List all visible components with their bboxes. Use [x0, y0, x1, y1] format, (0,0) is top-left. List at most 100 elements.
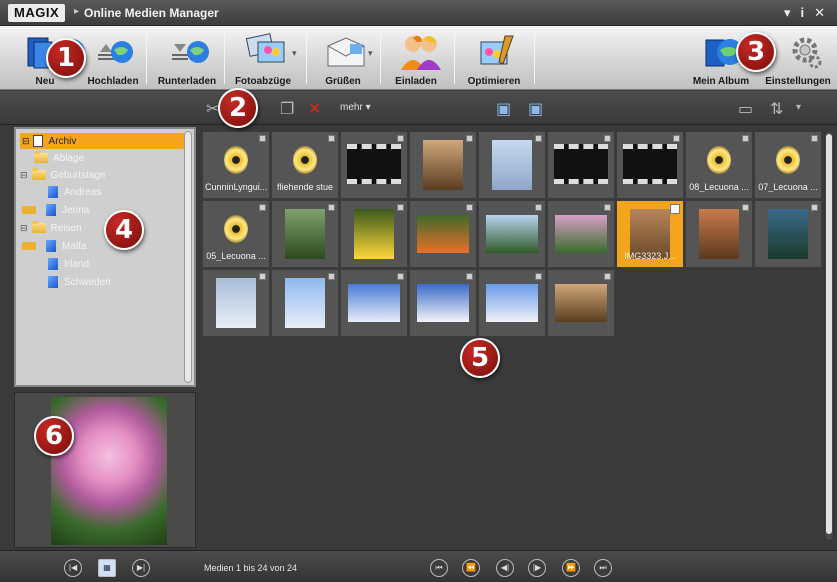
- tree-item-schweden[interactable]: Schweden: [48, 274, 111, 290]
- download-button[interactable]: Runterladen: [154, 26, 220, 90]
- photo-prints-label: Fotoabzüge: [234, 76, 292, 87]
- title-bar: MAGIX ▸ Online Medien Manager ▾ i ✕: [0, 0, 837, 26]
- media-item[interactable]: [271, 200, 339, 268]
- delete-icon[interactable]: ✕: [308, 99, 321, 119]
- media-item[interactable]: [409, 269, 477, 337]
- photo-prints-button[interactable]: Fotoabzüge: [228, 26, 298, 90]
- select-checkbox[interactable]: [742, 204, 749, 211]
- next-page-icon[interactable]: |▶: [528, 559, 546, 577]
- greet-dropdown-icon[interactable]: ▾: [368, 48, 373, 59]
- info-icon[interactable]: i: [800, 5, 804, 21]
- last-page-icon[interactable]: ⏭: [594, 559, 612, 577]
- media-item[interactable]: [202, 269, 270, 337]
- panel-next-icon[interactable]: ▶|: [132, 559, 150, 577]
- media-item[interactable]: [547, 131, 615, 199]
- photo-thumbnail: [486, 278, 538, 322]
- media-item[interactable]: [478, 269, 546, 337]
- tree-item-andreas[interactable]: Andreas: [48, 184, 101, 200]
- document-icon: [32, 135, 43, 147]
- media-item[interactable]: [478, 131, 546, 199]
- sort-icon[interactable]: ⇅: [770, 99, 783, 119]
- fast-forward-icon[interactable]: ⏩: [562, 559, 580, 577]
- select-checkbox[interactable]: [811, 204, 818, 211]
- select-checkbox[interactable]: [259, 273, 266, 280]
- folder-icon: [34, 151, 48, 163]
- media-item[interactable]: fliehende stue: [271, 131, 339, 199]
- invite-button[interactable]: Einladen: [386, 26, 446, 90]
- copy-icon[interactable]: ❐: [280, 99, 294, 119]
- media-caption: fliehende stue: [276, 182, 334, 192]
- title-separator-icon: ▸: [74, 6, 80, 17]
- select-checkbox[interactable]: [466, 135, 473, 142]
- select-checkbox[interactable]: [397, 204, 404, 211]
- upload-button[interactable]: Hochladen: [84, 26, 142, 90]
- grid-scrollbar[interactable]: [824, 131, 834, 541]
- select-checkbox[interactable]: [328, 135, 335, 142]
- select-checkbox[interactable]: [397, 135, 404, 142]
- select-checkbox[interactable]: [328, 273, 335, 280]
- media-item[interactable]: 07_Lecuona ...: [754, 131, 822, 199]
- photo-thumbnail: [492, 140, 532, 190]
- media-item[interactable]: [547, 200, 615, 268]
- tree-item-irland[interactable]: Irland: [48, 256, 89, 272]
- select-checkbox[interactable]: [259, 204, 266, 211]
- lock-view-icon[interactable]: ▭: [738, 99, 753, 119]
- media-item[interactable]: [547, 269, 615, 337]
- media-item[interactable]: IMG3323.J...: [616, 200, 684, 268]
- optimize-icon: [475, 32, 514, 70]
- callout-1: 1: [46, 38, 86, 78]
- media-caption: IMG3323.J...: [624, 251, 676, 261]
- more-menu[interactable]: mehr ▾: [340, 102, 371, 113]
- tree-item-geburtstage[interactable]: ⊟ Geburtstage: [20, 167, 106, 183]
- media-item[interactable]: [478, 200, 546, 268]
- tree-item-jenna[interactable]: Jenna: [22, 202, 89, 218]
- shared-key-icon: [22, 242, 36, 250]
- media-item[interactable]: [340, 269, 408, 337]
- optimize-button[interactable]: Optimieren: [460, 26, 528, 90]
- blue-folder-icon: [48, 276, 58, 288]
- select-checkbox[interactable]: [673, 135, 680, 142]
- greet-button[interactable]: Grüßen: [312, 26, 374, 90]
- media-item[interactable]: 05_Lecuona ...: [202, 200, 270, 268]
- media-item[interactable]: [409, 200, 477, 268]
- select-checkbox[interactable]: [535, 135, 542, 142]
- tree-item-malta[interactable]: Malta: [22, 238, 86, 254]
- panel-layout-icon[interactable]: ▦: [98, 559, 116, 577]
- close-icon[interactable]: ✕: [814, 5, 825, 21]
- select-checkbox[interactable]: [670, 204, 680, 214]
- tree-item-ablage[interactable]: Ablage: [34, 150, 84, 166]
- tree-item-label: Reisen: [50, 222, 82, 234]
- media-item[interactable]: [340, 131, 408, 199]
- greet-label: Grüßen: [325, 76, 361, 87]
- import-icon[interactable]: ▣: [496, 99, 511, 119]
- photo-thumbnail: [354, 209, 394, 259]
- panel-prev-icon[interactable]: |◀: [64, 559, 82, 577]
- media-item[interactable]: 08_Lecuona ...: [685, 131, 753, 199]
- video-film-icon: [554, 144, 608, 184]
- download-label: Runterladen: [157, 76, 217, 87]
- media-item[interactable]: [409, 131, 477, 199]
- tree-item-reisen[interactable]: ⊟ Reisen: [20, 220, 82, 236]
- envelope-icon: [324, 32, 365, 70]
- minimize-icon[interactable]: ▾: [784, 5, 791, 21]
- first-page-icon[interactable]: ⏮: [430, 559, 448, 577]
- media-item[interactable]: [271, 269, 339, 337]
- media-item[interactable]: [754, 200, 822, 268]
- tree-item-archiv[interactable]: ⊟ Archiv: [20, 133, 184, 149]
- sort-dropdown-icon[interactable]: ▾: [796, 102, 801, 113]
- select-checkbox[interactable]: [259, 135, 266, 142]
- select-checkbox[interactable]: [328, 204, 335, 211]
- status-bar: |◀ ▦ ▶| Medien 1 bis 24 von 24 ⏮ ⏪ ◀| |▶…: [0, 550, 837, 582]
- select-checkbox[interactable]: [604, 135, 611, 142]
- media-item[interactable]: [340, 200, 408, 268]
- media-item[interactable]: [616, 131, 684, 199]
- rewind-icon[interactable]: ⏪: [462, 559, 480, 577]
- prev-page-icon[interactable]: ◀|: [496, 559, 514, 577]
- select-checkbox[interactable]: [811, 135, 818, 142]
- select-checkbox[interactable]: [742, 135, 749, 142]
- tree-scrollbar[interactable]: [184, 131, 192, 383]
- photo-prints-dropdown-icon[interactable]: ▾: [292, 48, 297, 59]
- media-item[interactable]: CunninLyngui...: [202, 131, 270, 199]
- media-item[interactable]: [685, 200, 753, 268]
- export-icon[interactable]: ▣: [528, 99, 543, 119]
